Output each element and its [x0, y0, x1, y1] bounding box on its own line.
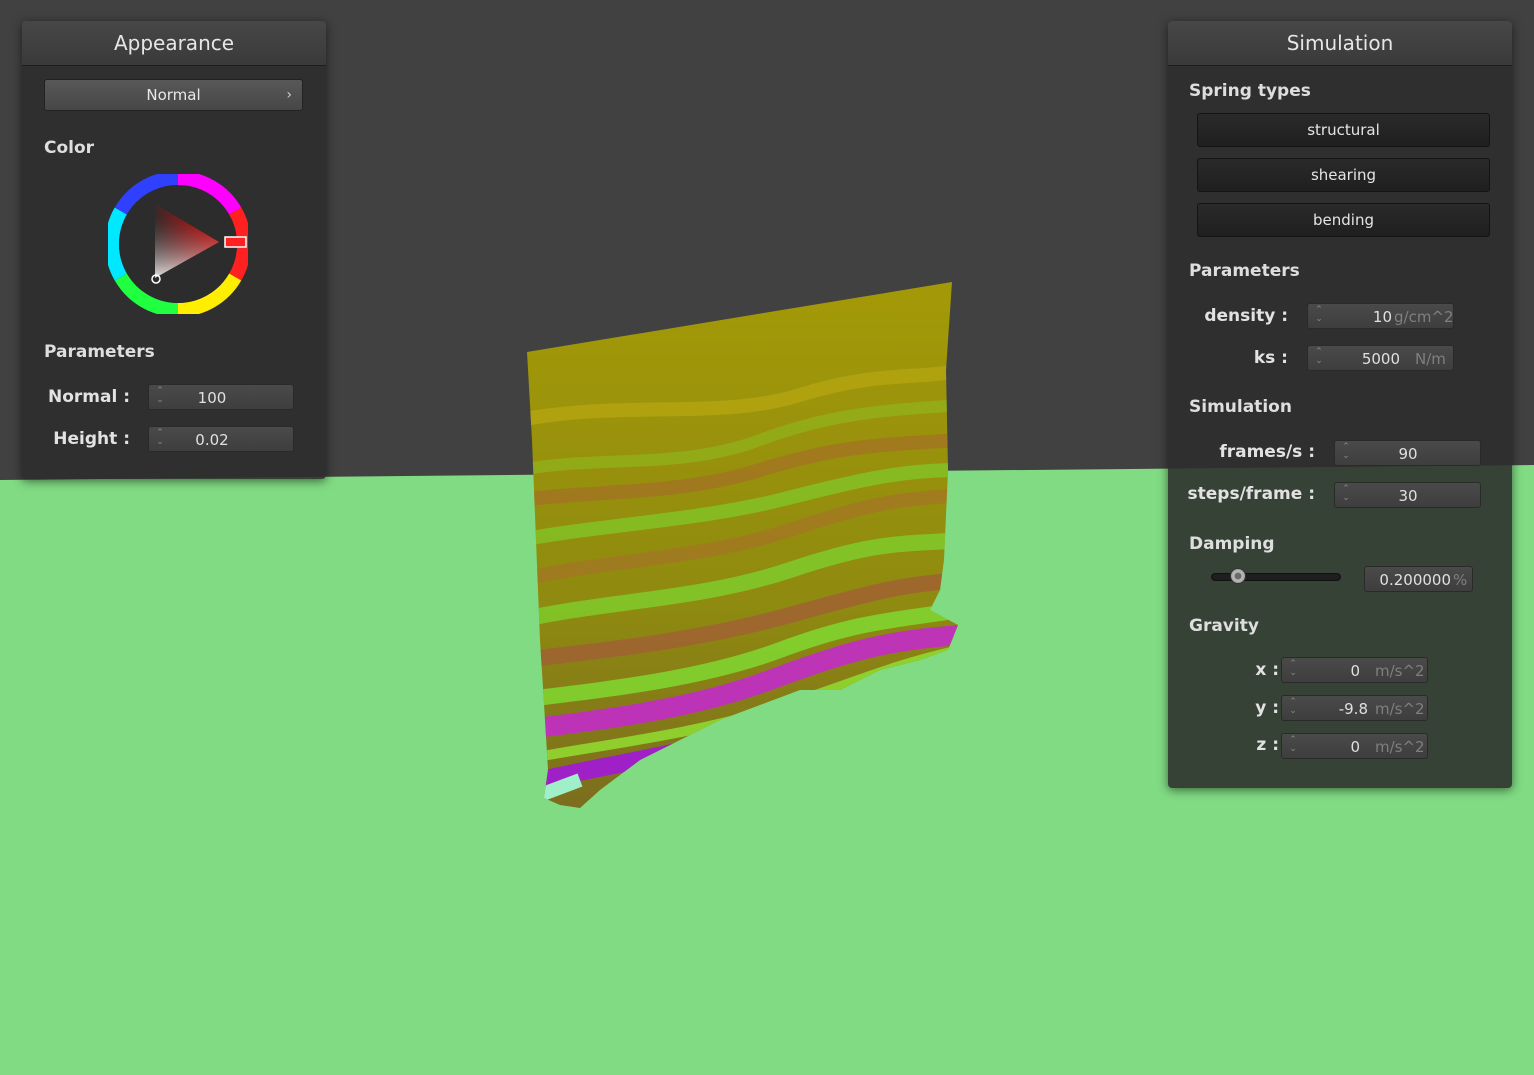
simulation-panel-title[interactable]: Simulation	[1168, 21, 1512, 66]
chevron-right-icon: ›	[286, 87, 292, 103]
gravity-z-value: 0	[1350, 738, 1360, 756]
shader-dropdown-value: Normal	[146, 86, 201, 104]
ks-field-unit: N/m	[1415, 350, 1446, 368]
fps-field-value: 90	[1398, 445, 1418, 463]
gravity-y-field[interactable]: ⌃ ⌄ -9.8 m/s^2	[1281, 695, 1428, 721]
spin-arrows-icon[interactable]: ⌃ ⌄	[1288, 698, 1298, 718]
damping-slider-knob[interactable]	[1229, 568, 1246, 584]
appearance-panel-title[interactable]: Appearance	[22, 21, 326, 66]
gravity-x-unit: m/s^2	[1375, 662, 1425, 680]
normal-field[interactable]: ⌃ ⌄ 100	[148, 384, 294, 410]
gravity-z-field[interactable]: ⌃ ⌄ 0 m/s^2	[1281, 733, 1428, 759]
steps-field-value: 30	[1398, 487, 1418, 505]
bending-spring-toggle[interactable]: bending	[1197, 203, 1490, 237]
damping-slider[interactable]	[1211, 568, 1341, 584]
damping-field[interactable]: 0.200000 %	[1364, 566, 1473, 592]
spring-types-label: Spring types	[1189, 81, 1311, 101]
simulation-panel: Simulation Spring types structural shear…	[1168, 21, 1512, 788]
gravity-label: Gravity	[1189, 616, 1259, 636]
spin-arrows-icon[interactable]: ⌃ ⌄	[1288, 660, 1298, 680]
steps-field-label: steps/frame :	[1187, 484, 1315, 504]
shader-dropdown[interactable]: Normal ›	[44, 79, 303, 111]
shearing-spring-toggle[interactable]: shearing	[1197, 158, 1490, 192]
gravity-y-label: y :	[1255, 698, 1279, 718]
spin-arrows-icon[interactable]: ⌃ ⌄	[155, 387, 165, 407]
gravity-x-field[interactable]: ⌃ ⌄ 0 m/s^2	[1281, 657, 1428, 683]
gravity-x-value: 0	[1350, 662, 1360, 680]
density-field-unit: g/cm^2	[1394, 308, 1454, 326]
gravity-x-label: x :	[1255, 660, 1279, 680]
spin-arrows-icon[interactable]: ⌃ ⌄	[1341, 443, 1351, 463]
ks-field-label: ks :	[1253, 348, 1288, 368]
fps-field-label: frames/s :	[1219, 442, 1315, 462]
steps-field[interactable]: ⌃ ⌄ 30	[1334, 482, 1481, 508]
gravity-z-label: z :	[1256, 735, 1279, 755]
spin-arrows-icon[interactable]: ⌃ ⌄	[1288, 736, 1298, 756]
gravity-y-unit: m/s^2	[1375, 700, 1425, 718]
height-field[interactable]: ⌃ ⌄ 0.02	[148, 426, 294, 452]
height-field-value: 0.02	[195, 431, 229, 449]
damping-field-unit: %	[1453, 571, 1468, 589]
normal-field-label: Normal :	[47, 387, 130, 407]
color-section-label: Color	[44, 138, 95, 158]
ks-field-value: 5000	[1361, 350, 1400, 368]
structural-spring-toggle[interactable]: structural	[1197, 113, 1490, 147]
simulation-section-label: Simulation	[1189, 397, 1292, 417]
density-field[interactable]: ⌃ ⌄ 10 g/cm^2	[1307, 303, 1454, 329]
spin-arrows-icon[interactable]: ⌃ ⌄	[1314, 306, 1324, 326]
gravity-z-unit: m/s^2	[1375, 738, 1425, 756]
gravity-y-value: -9.8	[1338, 700, 1368, 718]
color-wheel[interactable]	[108, 174, 248, 314]
appearance-parameters-label: Parameters	[44, 342, 155, 362]
fps-field[interactable]: ⌃ ⌄ 90	[1334, 440, 1481, 466]
sim-parameters-label: Parameters	[1189, 261, 1300, 281]
density-field-value: 10	[1372, 308, 1392, 326]
spin-arrows-icon[interactable]: ⌃ ⌄	[1341, 485, 1351, 505]
spin-arrows-icon[interactable]: ⌃ ⌄	[155, 429, 165, 449]
damping-label: Damping	[1189, 534, 1275, 554]
height-field-label: Height :	[53, 429, 130, 449]
normal-field-value: 100	[197, 389, 227, 407]
spin-arrows-icon[interactable]: ⌃ ⌄	[1314, 348, 1324, 368]
density-field-label: density :	[1204, 306, 1288, 326]
damping-field-value: 0.200000	[1379, 571, 1451, 589]
ks-field[interactable]: ⌃ ⌄ 5000 N/m	[1307, 345, 1454, 371]
hue-selector-marker[interactable]	[224, 236, 247, 248]
appearance-panel: Appearance Normal › Color Parameters Nor…	[22, 21, 326, 479]
